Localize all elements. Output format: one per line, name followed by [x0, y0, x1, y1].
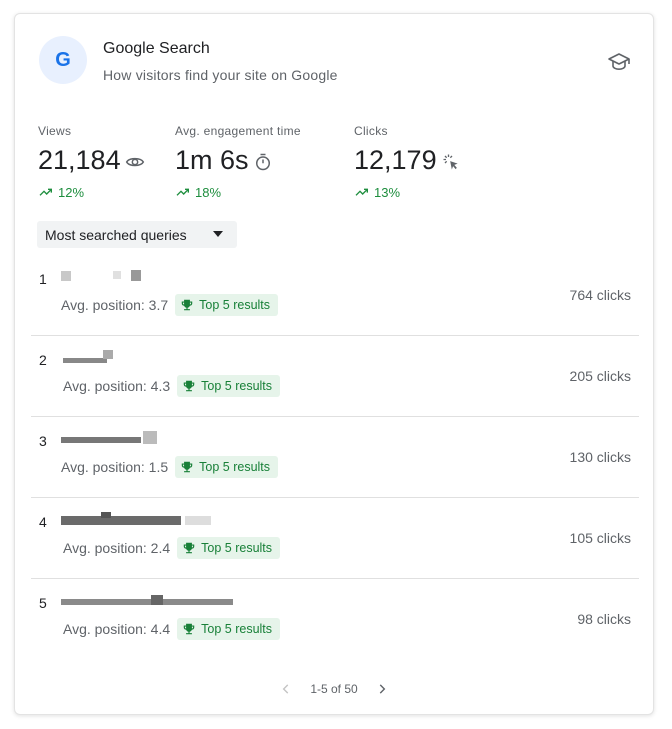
- metric-views: Views 21,184 12%: [38, 124, 145, 200]
- dropdown-selected-label: Most searched queries: [45, 226, 187, 243]
- chevron-left-icon: [282, 684, 289, 694]
- metric-change-value: 13%: [374, 184, 401, 200]
- query-clicks: 130 clicks: [569, 449, 631, 465]
- query-rank: 1: [39, 271, 47, 287]
- trophy-icon: [181, 299, 193, 311]
- avg-position: Avg. position: 2.4: [63, 540, 171, 556]
- metric-label: Views: [38, 124, 72, 138]
- query-clicks: 98 clicks: [577, 611, 631, 627]
- timer-icon: [255, 153, 270, 170]
- badge-label: Top 5 results: [199, 460, 271, 474]
- top-results-badge: Top 5 results: [177, 375, 281, 397]
- metric-change: 18%: [175, 184, 301, 200]
- metric-engagement-time: Avg. engagement time 1m 6s 18%: [175, 124, 301, 200]
- top-results-badge: Top 5 results: [177, 618, 281, 640]
- metric-value: 1m 6s: [175, 145, 249, 175]
- redacted-query-text: [61, 593, 237, 607]
- next-page-button[interactable]: [372, 679, 392, 699]
- trophy-icon: [183, 542, 195, 554]
- metric-label: Avg. engagement time: [175, 124, 301, 138]
- trending-up-icon: [355, 188, 368, 196]
- click-icon: [443, 154, 458, 169]
- query-rank: 2: [39, 352, 47, 368]
- query-list: 1 Avg. position: 3.7 Top 5 results 764 c…: [31, 255, 639, 659]
- query-row[interactable]: 4 Avg. position: 2.4 Top 5 results 105 c…: [31, 498, 639, 579]
- card-subtitle: How visitors find your site on Google: [103, 67, 338, 83]
- badge-label: Top 5 results: [199, 298, 271, 312]
- query-rank: 5: [39, 595, 47, 611]
- avg-position: Avg. position: 3.7: [61, 297, 169, 313]
- trending-up-icon: [176, 188, 189, 196]
- trophy-icon: [183, 623, 195, 635]
- trending-up-icon: [39, 188, 52, 196]
- trophy-icon: [181, 461, 193, 473]
- metric-clicks: Clicks 12,179 13%: [354, 124, 461, 200]
- logo-letter: G: [55, 48, 71, 71]
- avg-position: Avg. position: 1.5: [61, 459, 169, 475]
- eye-icon: [125, 157, 144, 166]
- badge-label: Top 5 results: [201, 622, 273, 636]
- top-results-badge: Top 5 results: [177, 537, 281, 559]
- redacted-query-text: [61, 431, 165, 445]
- pagination: 1-5 of 50: [15, 679, 653, 699]
- query-clicks: 764 clicks: [569, 287, 631, 303]
- metric-change: 12%: [38, 184, 145, 200]
- query-rank: 3: [39, 433, 47, 449]
- redacted-query-text: [63, 350, 113, 364]
- query-type-dropdown[interactable]: Most searched queries: [37, 221, 237, 248]
- google-logo-icon: G: [39, 36, 87, 84]
- badge-label: Top 5 results: [201, 541, 273, 555]
- caret-down-icon: [213, 231, 223, 237]
- query-row[interactable]: 5 Avg. position: 4.4 Top 5 results 98 cl…: [31, 579, 639, 659]
- top-results-badge: Top 5 results: [175, 294, 279, 316]
- google-search-card: G Google Search How visitors find your s…: [14, 13, 654, 715]
- previous-page-button[interactable]: [276, 679, 296, 699]
- query-rank: 4: [39, 514, 47, 530]
- query-row[interactable]: 1 Avg. position: 3.7 Top 5 results 764 c…: [31, 255, 639, 336]
- avg-position: Avg. position: 4.3: [63, 378, 171, 394]
- metric-value: 21,184: [38, 145, 121, 175]
- metric-change: 13%: [354, 184, 461, 200]
- top-results-badge: Top 5 results: [175, 456, 279, 478]
- redacted-query-text: [61, 512, 213, 526]
- card-title: Google Search: [103, 40, 210, 57]
- metric-label: Clicks: [354, 124, 388, 138]
- metric-change-value: 18%: [195, 184, 222, 200]
- pagination-range: 1-5 of 50: [310, 682, 358, 696]
- query-row[interactable]: 2 Avg. position: 4.3 Top 5 results 205 c…: [31, 336, 639, 417]
- metric-change-value: 12%: [58, 184, 85, 200]
- query-clicks: 205 clicks: [569, 368, 631, 384]
- query-row[interactable]: 3 Avg. position: 1.5 Top 5 results 130 c…: [31, 417, 639, 498]
- redacted-query-text: [61, 269, 143, 283]
- trophy-icon: [183, 380, 195, 392]
- badge-label: Top 5 results: [201, 379, 273, 393]
- query-clicks: 105 clicks: [569, 530, 631, 546]
- graduation-cap-icon[interactable]: [607, 50, 631, 74]
- avg-position: Avg. position: 4.4: [63, 621, 171, 637]
- chevron-right-icon: [379, 684, 386, 694]
- metric-value: 12,179: [354, 145, 437, 175]
